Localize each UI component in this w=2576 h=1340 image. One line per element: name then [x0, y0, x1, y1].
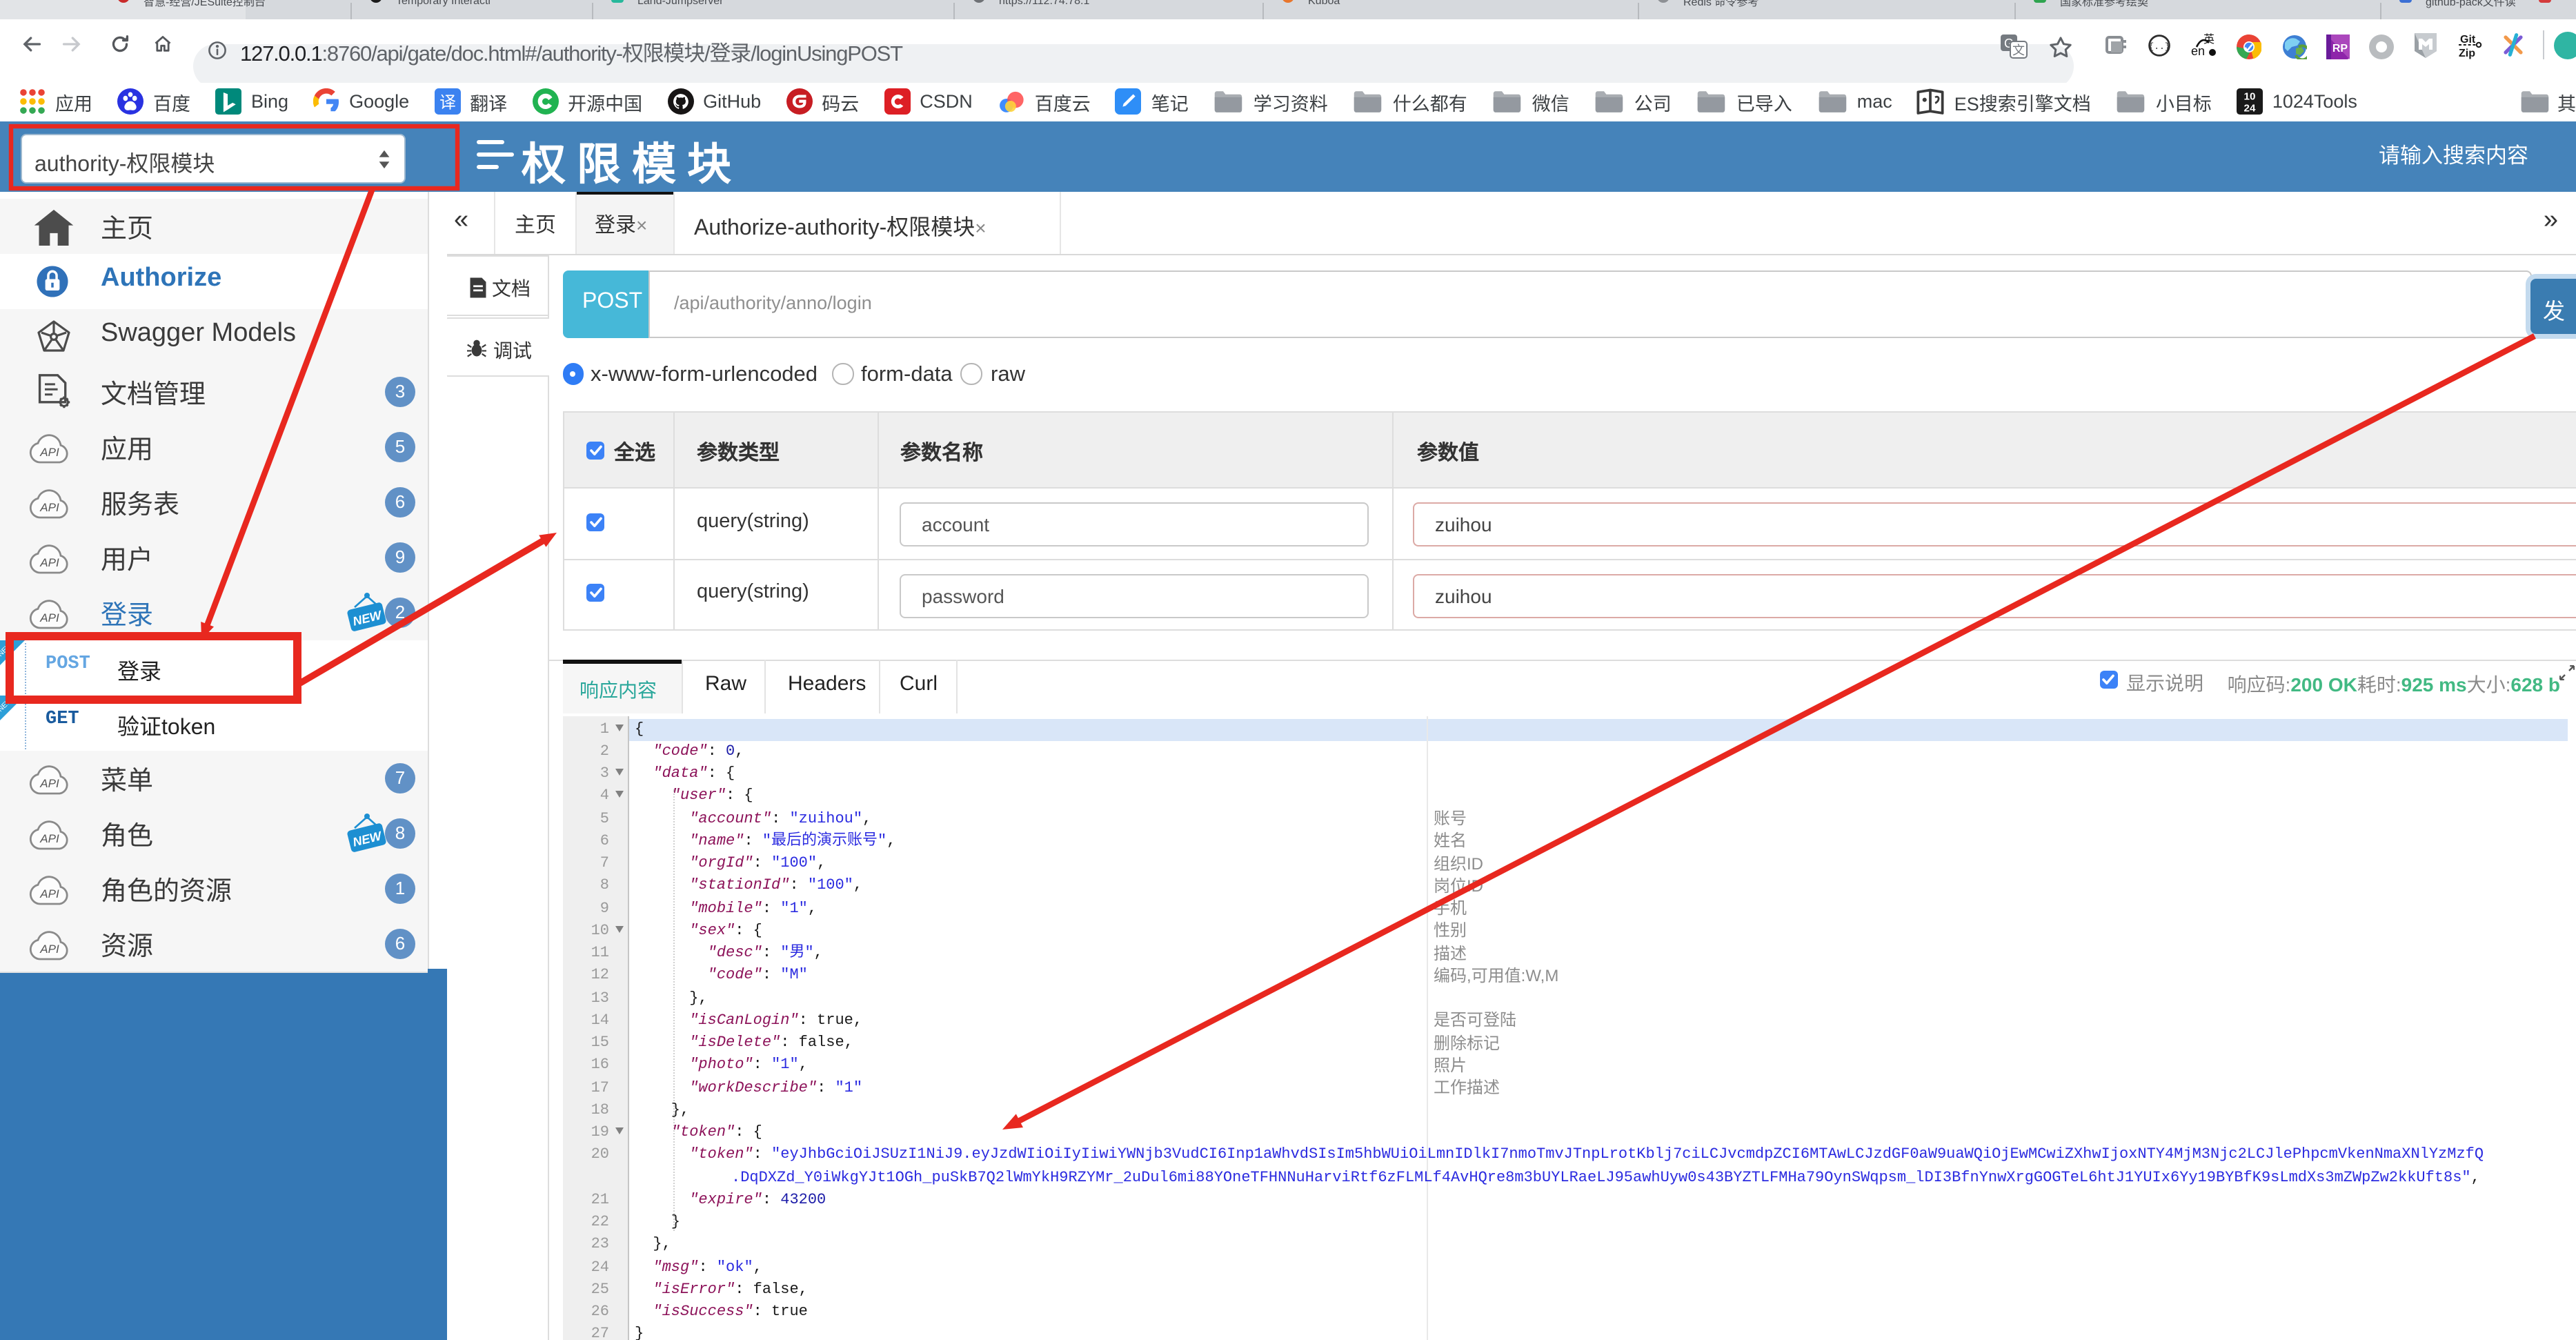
- svg-text:API: API: [39, 501, 59, 514]
- svg-text:10: 10: [2243, 91, 2255, 103]
- svg-text:en: en: [2191, 44, 2205, 58]
- svg-text:Git: Git: [2460, 34, 2476, 46]
- svg-text:RP: RP: [2332, 43, 2348, 55]
- svg-text:API: API: [39, 943, 59, 956]
- svg-text:译: 译: [439, 94, 455, 112]
- svg-text:API: API: [39, 832, 59, 845]
- svg-text:Zip: Zip: [2459, 48, 2475, 59]
- svg-text:{..}: {..}: [2148, 41, 2170, 52]
- svg-text:API: API: [39, 611, 59, 624]
- svg-text:API: API: [39, 887, 59, 900]
- svg-text:API: API: [39, 446, 59, 459]
- svg-text:API: API: [39, 777, 59, 790]
- svg-text:API: API: [39, 556, 59, 569]
- svg-text:文: 文: [2012, 43, 2025, 57]
- svg-text:24: 24: [2243, 103, 2255, 115]
